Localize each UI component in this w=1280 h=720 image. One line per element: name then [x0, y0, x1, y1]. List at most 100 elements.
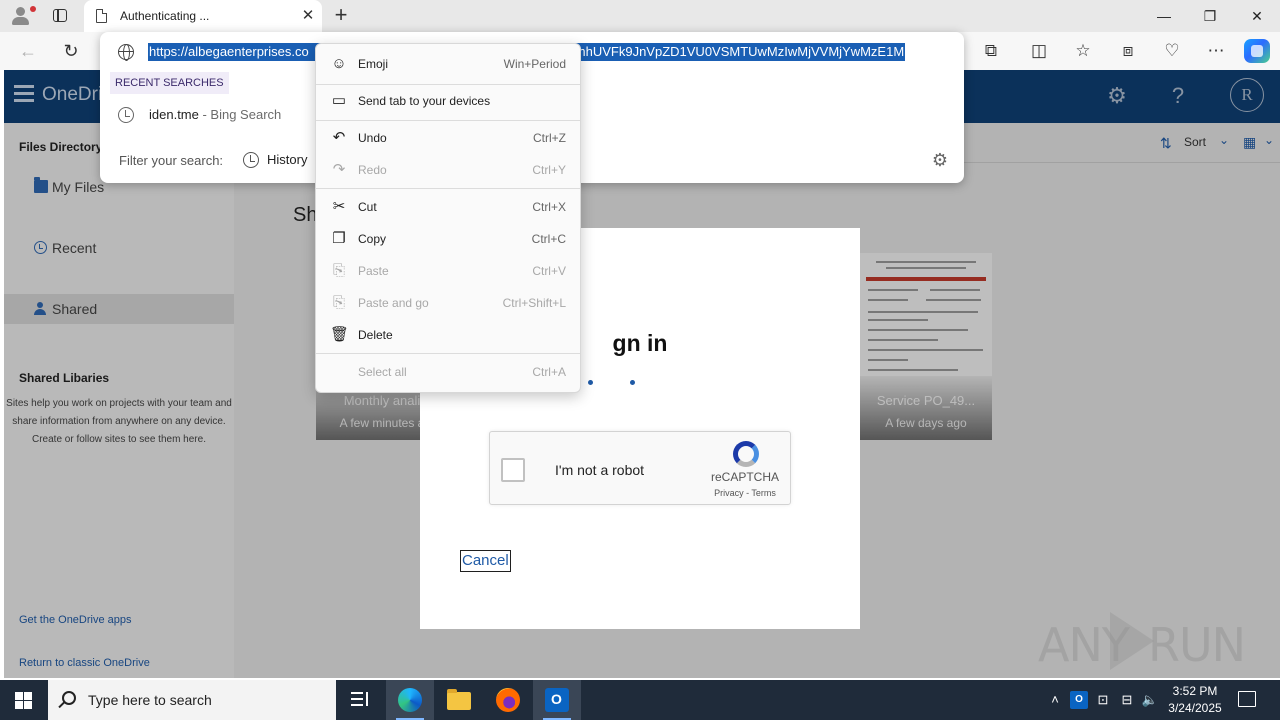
- edge-taskbar-button[interactable]: [386, 680, 434, 720]
- favorites-icon[interactable]: ☆: [1071, 40, 1095, 62]
- menu-item-label: Cut: [358, 200, 377, 214]
- network-icon[interactable]: ⊟: [1118, 691, 1136, 709]
- collections-icon[interactable]: ⧈: [1116, 40, 1140, 62]
- filter-label: Filter your search:: [119, 153, 224, 168]
- menu-item-label: Undo: [358, 131, 387, 145]
- windows-taskbar: Type here to search ˄ O ⊡ ⊟ 🔈 3:52 PM 3/…: [0, 680, 1280, 720]
- globe-icon: [118, 44, 134, 61]
- redo-icon: ↷: [332, 161, 346, 178]
- search-icon: [62, 691, 76, 705]
- menu-item-select-all[interactable]: Select all Ctrl+A: [316, 358, 580, 386]
- volume-icon[interactable]: 🔈: [1141, 691, 1159, 709]
- menu-item-undo[interactable]: ↶ Undo Ctrl+Z: [316, 124, 580, 152]
- folder-icon: [447, 689, 471, 710]
- firefox-taskbar-button[interactable]: [484, 680, 532, 720]
- tab-actions-icon[interactable]: [50, 6, 70, 26]
- menu-item-label: Select all: [358, 365, 407, 379]
- extensions-icon[interactable]: ⧉: [979, 40, 1003, 62]
- outlook-tray-icon[interactable]: O: [1070, 691, 1088, 709]
- url-text-left: https://albegaenterprises.co: [149, 44, 309, 59]
- menu-item-label: Paste: [358, 264, 389, 278]
- close-window-button[interactable]: ✕: [1234, 0, 1280, 32]
- undo-icon: ↶: [332, 129, 346, 146]
- menu-item-label: Delete: [358, 328, 393, 342]
- menu-item-paste[interactable]: ⎘ Paste Ctrl+V: [316, 257, 580, 285]
- browser-tab-active[interactable]: Authenticating ... ✕: [84, 0, 322, 32]
- start-button[interactable]: [0, 680, 48, 720]
- taskbar-search-input[interactable]: Type here to search: [48, 680, 336, 720]
- recent-searches-header: RECENT SEARCHES: [110, 72, 229, 94]
- profile-icon[interactable]: [8, 4, 36, 28]
- menu-item-send-tab[interactable]: ▭ Send tab to your devices: [316, 87, 580, 115]
- tab-title: Authenticating ...: [120, 9, 210, 23]
- outlook-taskbar-button[interactable]: [533, 680, 581, 720]
- menu-item-shortcut: Ctrl+V: [532, 264, 566, 278]
- task-view-icon[interactable]: [350, 690, 370, 710]
- menu-item-shortcut: Ctrl+C: [531, 232, 566, 246]
- recaptcha-logo-icon: [731, 439, 761, 469]
- clipboard-icon: ⎘: [332, 262, 345, 279]
- more-menu-icon[interactable]: ⋯: [1204, 40, 1228, 62]
- cancel-button[interactable]: Cancel: [460, 550, 511, 572]
- clock-time: 3:52 PM: [1172, 684, 1218, 698]
- file-explorer-taskbar-button[interactable]: [435, 680, 483, 720]
- menu-item-shortcut: Win+Period: [503, 57, 566, 71]
- watermark-text: RUN: [1148, 618, 1246, 672]
- menu-item-delete[interactable]: 🗑 Delete: [316, 321, 580, 349]
- menu-item-label: Send tab to your devices: [358, 94, 491, 108]
- gear-icon[interactable]: ⚙: [930, 150, 950, 170]
- menu-item-emoji[interactable]: ☺ Emoji Win+Period: [316, 50, 580, 78]
- system-clock[interactable]: 3:52 PM 3/24/2025: [1160, 683, 1230, 717]
- clock-date: 3/24/2025: [1168, 701, 1222, 715]
- anyrun-watermark: ANY RUN: [1038, 610, 1246, 672]
- recaptcha-links[interactable]: Privacy - Terms: [700, 488, 790, 498]
- loading-dots: [588, 380, 688, 386]
- recent-search-query: iden.tme: [149, 107, 199, 122]
- trash-icon: 🗑: [330, 326, 350, 343]
- refresh-button[interactable]: ↻: [59, 39, 83, 63]
- menu-item-paste-and-go[interactable]: ⎘ Paste and go Ctrl+Shift+L: [316, 289, 580, 317]
- copy-icon: ❐: [332, 230, 346, 247]
- chevron-up-icon[interactable]: ˄: [1046, 691, 1064, 709]
- history-icon: [118, 107, 134, 123]
- history-filter-button[interactable]: History: [243, 149, 313, 171]
- menu-item-copy[interactable]: ❐ Copy Ctrl+C: [316, 225, 580, 253]
- recaptcha-brand: reCAPTCHA: [710, 470, 779, 484]
- firefox-icon: [496, 688, 520, 712]
- search-placeholder: Type here to search: [88, 692, 212, 708]
- recaptcha-widget: I'm not a robot reCAPTCHA Privacy - Term…: [489, 431, 791, 505]
- menu-item-shortcut: Ctrl+Z: [533, 131, 566, 145]
- url-text-right: wVmhUVFk9JnVpZD1VU0VSMTUwMzIwMjVVMjYwMzE…: [556, 44, 905, 59]
- back-button[interactable]: ←: [16, 39, 40, 63]
- menu-item-label: Redo: [358, 163, 387, 177]
- menu-item-cut[interactable]: ✂ Cut Ctrl+X: [316, 193, 580, 221]
- menu-item-shortcut: Ctrl+X: [532, 200, 566, 214]
- history-icon: [243, 152, 259, 168]
- menu-item-shortcut: Ctrl+Shift+L: [502, 296, 566, 310]
- menu-item-label: Emoji: [358, 57, 389, 71]
- copilot-icon[interactable]: [1244, 39, 1270, 63]
- clipboard-go-icon: ⎘: [332, 294, 345, 311]
- menu-item-label: Paste and go: [358, 296, 429, 310]
- context-menu: ☺ Emoji Win+Period ▭ Send tab to your de…: [315, 43, 581, 393]
- outlook-icon: [545, 688, 569, 712]
- scissors-icon: ✂: [332, 198, 346, 215]
- edge-icon: [398, 688, 422, 712]
- tab-close-icon[interactable]: ✕: [298, 6, 318, 26]
- recent-search-source: - Bing Search: [198, 107, 282, 122]
- new-tab-button[interactable]: +: [330, 4, 352, 28]
- browser-essentials-icon[interactable]: ♡: [1160, 40, 1184, 62]
- recaptcha-label: I'm not a robot: [555, 462, 645, 478]
- recaptcha-checkbox[interactable]: [501, 458, 525, 482]
- page-icon: [96, 9, 107, 23]
- device-icon[interactable]: ⊡: [1094, 691, 1112, 709]
- devices-icon: ▭: [331, 92, 347, 109]
- menu-item-redo[interactable]: ↷ Redo Ctrl+Y: [316, 156, 580, 184]
- minimize-button[interactable]: —: [1141, 0, 1187, 32]
- restore-button[interactable]: ❐: [1187, 0, 1233, 32]
- notification-icon[interactable]: [1238, 691, 1256, 707]
- history-filter-label: History: [267, 152, 308, 167]
- split-screen-icon[interactable]: ◫: [1027, 40, 1051, 62]
- menu-item-label: Copy: [358, 232, 387, 246]
- menu-item-shortcut: Ctrl+Y: [532, 163, 566, 177]
